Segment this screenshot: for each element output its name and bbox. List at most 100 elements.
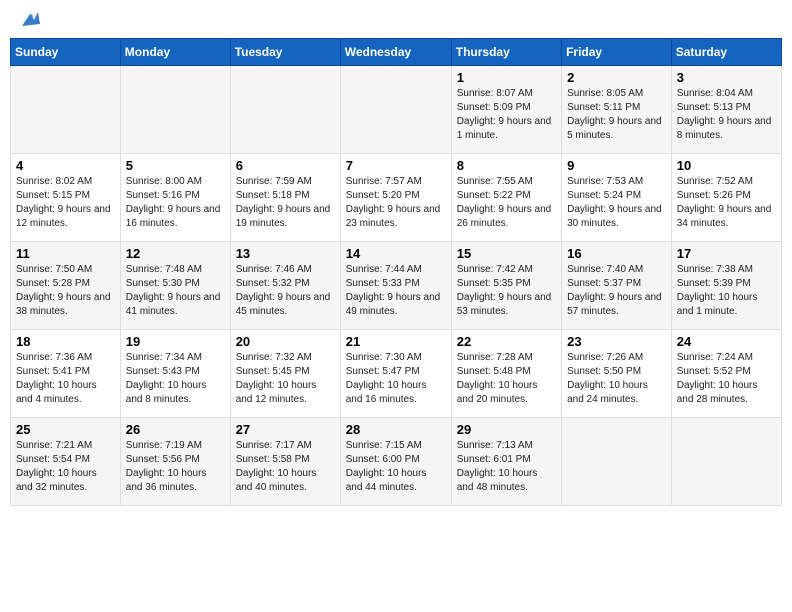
- week-row-4: 18 Sunrise: 7:36 AMSunset: 5:41 PMDayligh…: [11, 330, 782, 418]
- cell-info: Sunrise: 7:55 AMSunset: 5:22 PMDaylight:…: [457, 175, 556, 231]
- cell-info: Sunrise: 8:05 AMSunset: 5:11 PMDaylight:…: [567, 87, 666, 143]
- week-row-2: 4 Sunrise: 8:02 AMSunset: 5:15 PMDaylight…: [11, 154, 782, 242]
- day-number: 25: [16, 422, 115, 437]
- cell-info: Sunrise: 7:42 AMSunset: 5:35 PMDaylight:…: [457, 263, 556, 319]
- calendar-cell: [11, 66, 121, 154]
- calendar-cell: 29 Sunrise: 7:13 AMSunset: 6:01 PMDayligh…: [451, 418, 561, 506]
- week-row-1: 1 Sunrise: 8:07 AMSunset: 5:09 PMDaylight…: [11, 66, 782, 154]
- cell-info: Sunrise: 7:46 AMSunset: 5:32 PMDaylight:…: [236, 263, 335, 319]
- cell-info: Sunrise: 7:19 AMSunset: 5:56 PMDaylight:…: [126, 439, 225, 495]
- cell-info: Sunrise: 7:26 AMSunset: 5:50 PMDaylight:…: [567, 351, 666, 407]
- col-header-thursday: Thursday: [451, 39, 561, 66]
- calendar-cell: 19Sunrise: 7:34 AMSunset: 5:43 PMDayligh…: [120, 330, 230, 418]
- cell-info: Sunrise: 8:02 AMSunset: 5:15 PMDaylight:…: [16, 175, 115, 231]
- cell-info: Sunrise: 7:30 AMSunset: 5:47 PMDaylight:…: [346, 351, 446, 407]
- day-number: 16: [567, 246, 666, 261]
- day-number: 7: [346, 158, 446, 173]
- day-number: 24: [677, 334, 776, 349]
- day-number: 23: [567, 334, 666, 349]
- calendar-cell: 5 Sunrise: 8:00 AMSunset: 5:16 PMDaylight…: [120, 154, 230, 242]
- cell-info: Sunrise: 7:40 AMSunset: 5:37 PMDaylight:…: [567, 263, 666, 319]
- cell-info: Sunrise: 7:59 AMSunset: 5:18 PMDaylight:…: [236, 175, 335, 231]
- day-number: 21: [346, 334, 446, 349]
- calendar-cell: 10 Sunrise: 7:52 AMSunset: 5:26 PMDayligh…: [671, 154, 781, 242]
- cell-info: Sunrise: 7:32 AMSunset: 5:45 PMDaylight:…: [236, 351, 335, 407]
- calendar-cell: [230, 66, 340, 154]
- calendar-cell: 16 Sunrise: 7:40 AMSunset: 5:37 PMDayligh…: [562, 242, 672, 330]
- day-number: 5: [126, 158, 225, 173]
- calendar-cell: [120, 66, 230, 154]
- day-number: 26: [126, 422, 225, 437]
- week-row-3: 11 Sunrise: 7:50 AMSunset: 5:28 PMDayligh…: [11, 242, 782, 330]
- day-number: 22: [457, 334, 556, 349]
- col-header-friday: Friday: [562, 39, 672, 66]
- calendar-cell: 13 Sunrise: 7:46 AMSunset: 5:32 PMDayligh…: [230, 242, 340, 330]
- cell-info: Sunrise: 7:15 AMSunset: 6:00 PMDaylight:…: [346, 439, 446, 495]
- day-number: 13: [236, 246, 335, 261]
- col-header-sunday: Sunday: [11, 39, 121, 66]
- calendar-cell: 20Sunrise: 7:32 AMSunset: 5:45 PMDayligh…: [230, 330, 340, 418]
- cell-info: Sunrise: 7:36 AMSunset: 5:41 PMDaylight:…: [16, 351, 115, 407]
- calendar-cell: 23 Sunrise: 7:26 AMSunset: 5:50 PMDayligh…: [562, 330, 672, 418]
- cell-info: Sunrise: 7:44 AMSunset: 5:33 PMDaylight:…: [346, 263, 446, 319]
- day-number: 15: [457, 246, 556, 261]
- day-number: 3: [677, 70, 776, 85]
- day-number: 6: [236, 158, 335, 173]
- day-number: 17: [677, 246, 776, 261]
- calendar-cell: 9Sunrise: 7:53 AMSunset: 5:24 PMDaylight…: [562, 154, 672, 242]
- calendar-cell: 4 Sunrise: 8:02 AMSunset: 5:15 PMDaylight…: [11, 154, 121, 242]
- calendar-cell: 22 Sunrise: 7:28 AMSunset: 5:48 PMDayligh…: [451, 330, 561, 418]
- day-number: 2: [567, 70, 666, 85]
- day-number: 28: [346, 422, 446, 437]
- day-number: 29: [457, 422, 556, 437]
- calendar-cell: 6 Sunrise: 7:59 AMSunset: 5:18 PMDaylight…: [230, 154, 340, 242]
- cell-info: Sunrise: 7:21 AMSunset: 5:54 PMDaylight:…: [16, 439, 115, 495]
- calendar-cell: 25 Sunrise: 7:21 AMSunset: 5:54 PMDayligh…: [11, 418, 121, 506]
- week-row-5: 25 Sunrise: 7:21 AMSunset: 5:54 PMDayligh…: [11, 418, 782, 506]
- calendar-cell: 24 Sunrise: 7:24 AMSunset: 5:52 PMDayligh…: [671, 330, 781, 418]
- cell-info: Sunrise: 8:07 AMSunset: 5:09 PMDaylight:…: [457, 87, 556, 143]
- cell-info: Sunrise: 7:48 AMSunset: 5:30 PMDaylight:…: [126, 263, 225, 319]
- calendar-cell: 12 Sunrise: 7:48 AMSunset: 5:30 PMDayligh…: [120, 242, 230, 330]
- cell-info: Sunrise: 7:17 AMSunset: 5:58 PMDaylight:…: [236, 439, 335, 495]
- calendar-cell: [340, 66, 451, 154]
- col-header-tuesday: Tuesday: [230, 39, 340, 66]
- cell-info: Sunrise: 7:57 AMSunset: 5:20 PMDaylight:…: [346, 175, 446, 231]
- cell-info: Sunrise: 7:13 AMSunset: 6:01 PMDaylight:…: [457, 439, 556, 495]
- calendar-cell: 27Sunrise: 7:17 AMSunset: 5:58 PMDayligh…: [230, 418, 340, 506]
- day-number: 4: [16, 158, 115, 173]
- logo-bird-icon: [20, 10, 42, 32]
- day-number: 12: [126, 246, 225, 261]
- cell-info: Sunrise: 7:38 AMSunset: 5:39 PMDaylight:…: [677, 263, 776, 319]
- calendar-cell: 7 Sunrise: 7:57 AMSunset: 5:20 PMDaylight…: [340, 154, 451, 242]
- col-header-saturday: Saturday: [671, 39, 781, 66]
- calendar-table: SundayMondayTuesdayWednesdayThursdayFrid…: [10, 38, 782, 506]
- calendar-cell: 28 Sunrise: 7:15 AMSunset: 6:00 PMDayligh…: [340, 418, 451, 506]
- day-number: 1: [457, 70, 556, 85]
- calendar-header-row: SundayMondayTuesdayWednesdayThursdayFrid…: [11, 39, 782, 66]
- calendar-cell: 3 Sunrise: 8:04 AMSunset: 5:13 PMDaylight…: [671, 66, 781, 154]
- cell-info: Sunrise: 8:04 AMSunset: 5:13 PMDaylight:…: [677, 87, 776, 143]
- cell-info: Sunrise: 7:24 AMSunset: 5:52 PMDaylight:…: [677, 351, 776, 407]
- cell-info: Sunrise: 7:28 AMSunset: 5:48 PMDaylight:…: [457, 351, 556, 407]
- day-number: 18: [16, 334, 115, 349]
- calendar-cell: 11 Sunrise: 7:50 AMSunset: 5:28 PMDayligh…: [11, 242, 121, 330]
- day-number: 11: [16, 246, 115, 261]
- logo: [18, 14, 42, 26]
- calendar-cell: 15 Sunrise: 7:42 AMSunset: 5:35 PMDayligh…: [451, 242, 561, 330]
- day-number: 10: [677, 158, 776, 173]
- calendar-cell: 1 Sunrise: 8:07 AMSunset: 5:09 PMDaylight…: [451, 66, 561, 154]
- cell-info: Sunrise: 8:00 AMSunset: 5:16 PMDaylight:…: [126, 175, 225, 231]
- calendar-cell: 18 Sunrise: 7:36 AMSunset: 5:41 PMDayligh…: [11, 330, 121, 418]
- calendar-cell: [562, 418, 672, 506]
- calendar-cell: 2 Sunrise: 8:05 AMSunset: 5:11 PMDaylight…: [562, 66, 672, 154]
- day-number: 14: [346, 246, 446, 261]
- day-number: 8: [457, 158, 556, 173]
- cell-info: Sunrise: 7:53 AMSunset: 5:24 PMDaylight:…: [567, 175, 666, 231]
- col-header-wednesday: Wednesday: [340, 39, 451, 66]
- cell-info: Sunrise: 7:50 AMSunset: 5:28 PMDaylight:…: [16, 263, 115, 319]
- cell-info: Sunrise: 7:52 AMSunset: 5:26 PMDaylight:…: [677, 175, 776, 231]
- calendar-cell: 21 Sunrise: 7:30 AMSunset: 5:47 PMDayligh…: [340, 330, 451, 418]
- calendar-cell: 26 Sunrise: 7:19 AMSunset: 5:56 PMDayligh…: [120, 418, 230, 506]
- cell-info: Sunrise: 7:34 AMSunset: 5:43 PMDaylight:…: [126, 351, 225, 407]
